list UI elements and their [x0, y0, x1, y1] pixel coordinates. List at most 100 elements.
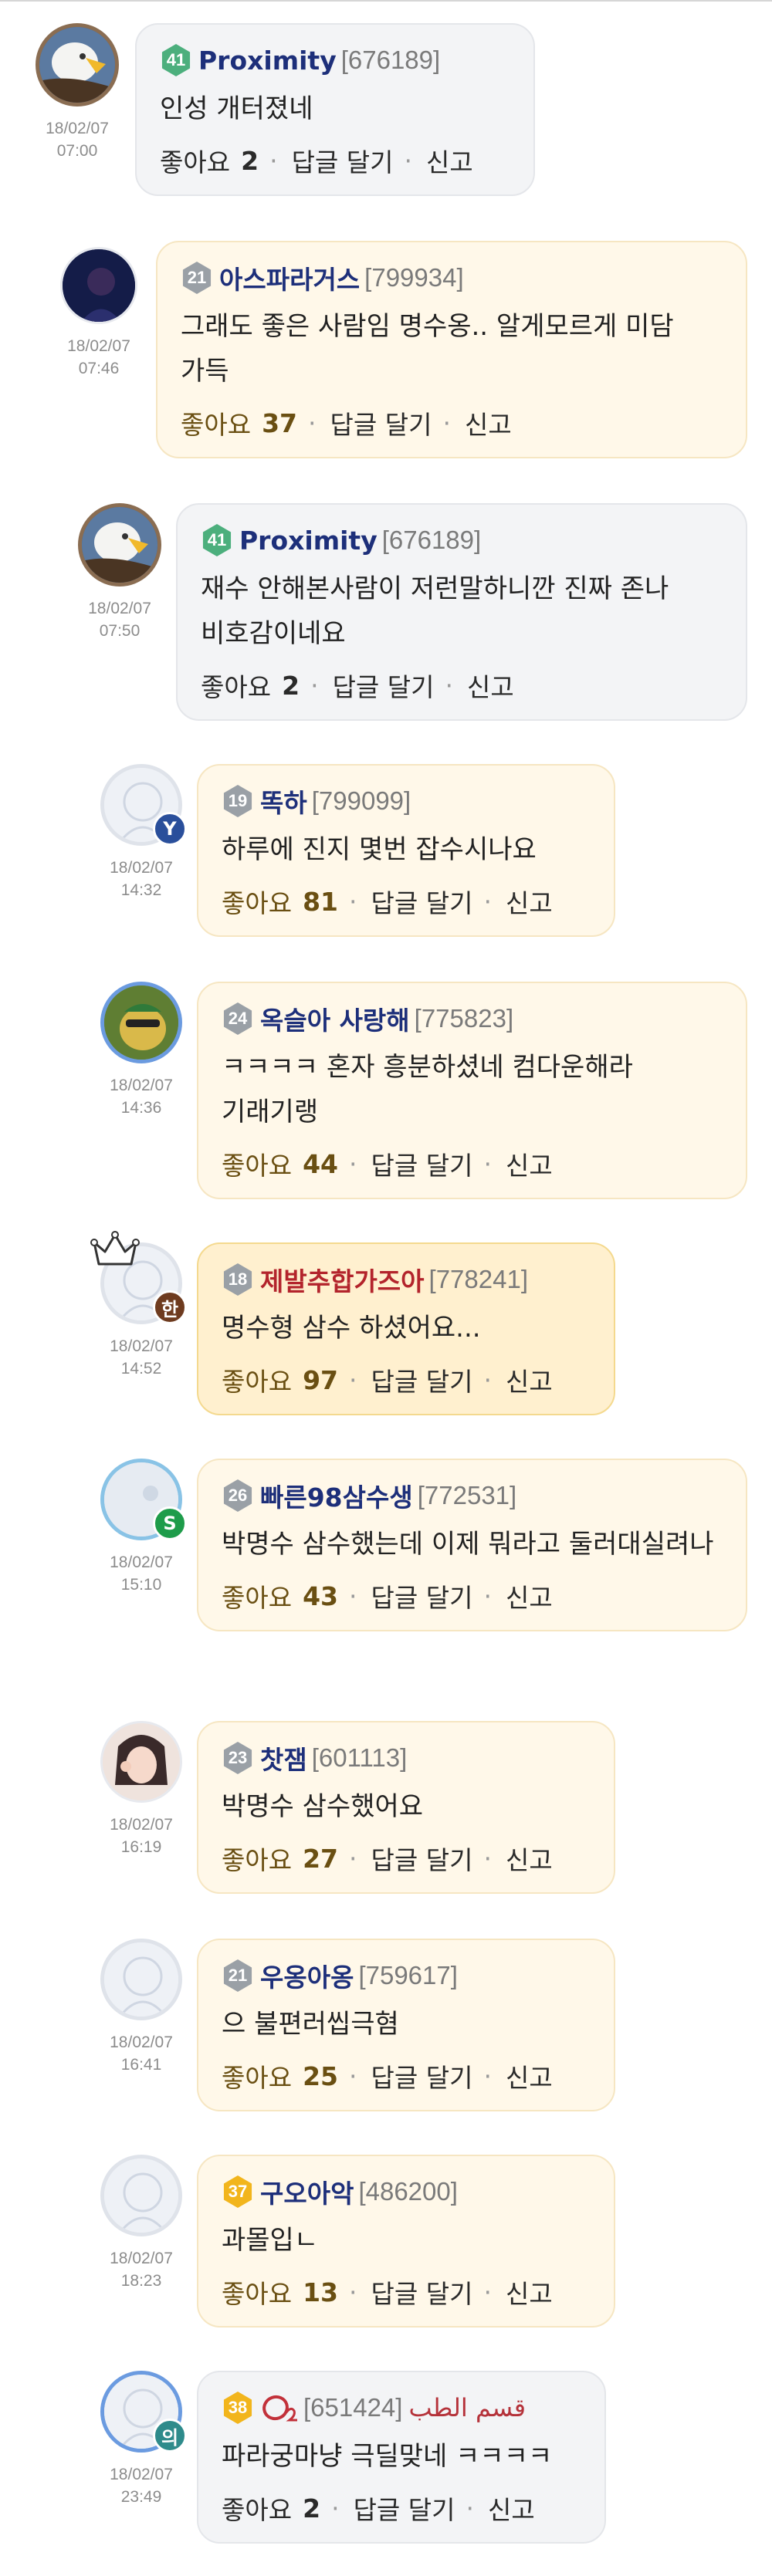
- report-button[interactable]: 신고: [506, 883, 553, 920]
- reply-button[interactable]: 답글 달기: [371, 883, 473, 920]
- like-button[interactable]: 좋아요: [160, 142, 230, 179]
- like-button[interactable]: 좋아요: [222, 1840, 292, 1877]
- comment-bubble: 18 제발추합가즈아 [778241] 명수형 삼수 하셨어요... 좋아요 9…: [197, 1242, 615, 1415]
- timestamp: 18/02/07 07:00: [46, 120, 109, 160]
- like-button[interactable]: 좋아요: [201, 667, 271, 704]
- comment-bubble: 41 Proximity [676189] 인성 개터졌네 좋아요 2 · 답글…: [135, 23, 535, 196]
- user-id: [601113]: [311, 1743, 408, 1772]
- timestamp: 18/02/07 16:19: [110, 1816, 173, 1856]
- report-button[interactable]: 신고: [467, 667, 514, 704]
- reply-button[interactable]: 답글 달기: [292, 142, 394, 179]
- report-button[interactable]: 신고: [506, 1145, 553, 1182]
- report-button[interactable]: 신고: [506, 1577, 553, 1614]
- like-button[interactable]: 좋아요: [181, 404, 251, 441]
- avatar[interactable]: 의: [100, 2371, 187, 2453]
- avatar[interactable]: [78, 503, 161, 587]
- timestamp: 18/02/07 16:41: [110, 2033, 173, 2074]
- user-badge-icon: 한: [153, 1290, 187, 1324]
- eagle-avatar-icon: [82, 507, 157, 583]
- reply-button[interactable]: 답글 달기: [371, 1145, 473, 1182]
- avatar[interactable]: Y: [100, 764, 187, 846]
- separator: ·: [349, 2277, 357, 2307]
- like-count: 37: [262, 407, 298, 438]
- like-button[interactable]: 좋아요: [222, 2273, 292, 2311]
- separator: ·: [483, 1580, 492, 1611]
- avatar[interactable]: S: [100, 1459, 187, 1540]
- user-badge-icon: Y: [153, 812, 187, 846]
- reply-button[interactable]: 답글 달기: [371, 1361, 473, 1398]
- nickname[interactable]: 찻잼: [260, 1739, 307, 1776]
- user-id: [778241]: [428, 1265, 528, 1293]
- reply-button[interactable]: 답글 달기: [333, 667, 435, 704]
- reply-button[interactable]: 답글 달기: [354, 2490, 455, 2527]
- nickname[interactable]: Proximity: [198, 46, 337, 76]
- report-button[interactable]: 신고: [426, 142, 473, 179]
- like-count: 44: [303, 1148, 339, 1179]
- separator: ·: [483, 1148, 492, 1179]
- like-button[interactable]: 좋아요: [222, 1577, 292, 1614]
- default-avatar-icon: [104, 1942, 178, 2017]
- avatar[interactable]: [100, 2155, 182, 2236]
- avatar[interactable]: [60, 247, 137, 324]
- avatar[interactable]: 한: [90, 1231, 187, 1324]
- like-count: 2: [282, 670, 300, 701]
- nickname[interactable]: 옥슬아 사랑해: [260, 1000, 410, 1037]
- user-id: [772531]: [417, 1481, 517, 1509]
- comment-text: ㅋㅋㅋㅋ 혼자 흥분하셨네 컴다운해라 기래기랭: [222, 1052, 633, 1127]
- user-id: [799934]: [364, 263, 464, 292]
- report-button[interactable]: 신고: [465, 404, 512, 441]
- reply-button[interactable]: 답글 달기: [371, 1840, 473, 1877]
- report-button[interactable]: 신고: [506, 2057, 553, 2094]
- like-button[interactable]: 좋아요: [222, 883, 292, 920]
- nickname[interactable]: 제발추합가즈아: [260, 1261, 425, 1298]
- report-button[interactable]: 신고: [506, 2273, 553, 2311]
- reply-button[interactable]: 답글 달기: [371, 1577, 473, 1614]
- avatar[interactable]: [100, 1721, 182, 1803]
- nickname[interactable]: 우옹아옹: [260, 1957, 354, 1994]
- nickname[interactable]: 빠른98삼수생: [260, 1477, 413, 1514]
- report-button[interactable]: 신고: [506, 1361, 553, 1398]
- nickname[interactable]: Proximity: [239, 526, 378, 556]
- photo-avatar-icon: [103, 1723, 180, 1800]
- level-badge-icon: 21: [223, 1959, 252, 1992]
- comment-bubble: 23 찻잼 [601113] 박명수 삼수했어요 좋아요 27 · 답글 달기 …: [197, 1721, 615, 1894]
- separator: ·: [310, 670, 319, 701]
- comment-text: 으 불편러씹극혐: [222, 2009, 399, 2040]
- portrait-avatar-icon: [63, 249, 135, 322]
- like-count: 43: [303, 1580, 339, 1611]
- nickname[interactable]: 똑하: [260, 783, 307, 820]
- report-button[interactable]: 신고: [506, 1840, 553, 1877]
- separator: ·: [349, 1843, 357, 1874]
- reply-button[interactable]: 답글 달기: [371, 2273, 473, 2311]
- separator: ·: [349, 1148, 357, 1179]
- level-badge-icon: 24: [223, 1002, 252, 1035]
- like-button[interactable]: 좋아요: [222, 1361, 292, 1398]
- comment-bubble: 38 [651424] قسم الطب 파라궁마냥 극딜맞네 ㅋㅋㅋㅋ 좋아요…: [197, 2371, 606, 2544]
- like-count: 2: [241, 145, 259, 176]
- level-badge-icon: 37: [223, 2175, 252, 2208]
- reply-button[interactable]: 답글 달기: [371, 2057, 473, 2094]
- comment-bubble: 19 똑하 [799099] 하루에 진지 몇번 잡수시나요 좋아요 81 · …: [197, 764, 615, 937]
- comment-text: 인성 개터졌네: [160, 93, 313, 124]
- level-badge-icon: 41: [202, 524, 232, 556]
- report-button[interactable]: 신고: [488, 2490, 535, 2527]
- like-button[interactable]: 좋아요: [222, 2057, 292, 2094]
- reply-button[interactable]: 답글 달기: [330, 404, 432, 441]
- comment-bubble: 21 아스파라거스 [799934] 그래도 좋은 사람임 명수옹.. 알게모르…: [156, 241, 747, 458]
- separator: ·: [349, 2060, 357, 2091]
- timestamp: 18/02/07 14:32: [110, 859, 173, 899]
- avatar[interactable]: [36, 23, 119, 106]
- user-id: [759617]: [358, 1961, 458, 1989]
- level-badge-icon: 19: [223, 785, 252, 817]
- character-avatar-icon: [104, 985, 178, 1060]
- user-id: [486200]: [358, 2177, 458, 2206]
- separator: ·: [269, 145, 278, 176]
- like-button[interactable]: 좋아요: [222, 2490, 292, 2527]
- avatar[interactable]: [100, 982, 182, 1063]
- nickname[interactable]: 아스파라거스: [219, 259, 360, 296]
- level-badge-icon: 26: [223, 1479, 252, 1512]
- avatar[interactable]: [100, 1939, 182, 2020]
- user-id: [775823]: [414, 1004, 514, 1033]
- nickname[interactable]: 구오아악: [260, 2173, 354, 2210]
- like-button[interactable]: 좋아요: [222, 1145, 292, 1182]
